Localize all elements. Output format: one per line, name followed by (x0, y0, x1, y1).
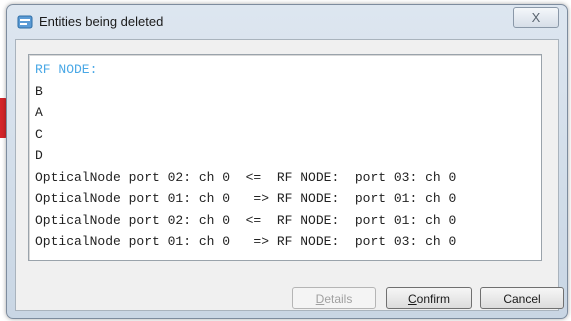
entities-text-area[interactable]: RF NODE: B A C D OpticalNode port 02: ch… (28, 54, 542, 261)
text-line: OpticalNode port 02: ch 0 <= RF NODE: po… (35, 169, 457, 185)
text-line: C (35, 126, 43, 142)
text-line: OpticalNode port 01: ch 0 => RF NODE: po… (35, 234, 457, 249)
close-button[interactable]: X (513, 7, 559, 28)
text-line: OpticalNode port 02: ch 0 <= RF NODE: po… (35, 212, 457, 228)
text-line: RF NODE: (35, 62, 98, 77)
confirm-button[interactable]: Confirm (386, 287, 472, 309)
cancel-button[interactable]: Cancel (480, 287, 564, 309)
window-title: Entities being deleted (39, 14, 164, 29)
dialog-window: Entities being deleted X RF NODE: B A C … (6, 4, 568, 319)
details-button[interactable]: Details (292, 287, 376, 309)
title-bar[interactable]: Entities being deleted X (7, 5, 567, 39)
app-icon (17, 15, 33, 29)
text-line: A (35, 105, 43, 120)
confirm-button-accel: C (407, 292, 417, 306)
text-line: B (35, 83, 43, 99)
details-button-label: etails (324, 292, 353, 306)
cancel-button-label: Cancel (503, 292, 541, 306)
confirm-button-label: onfirm (416, 292, 450, 306)
dialog-body: RF NODE: B A C D OpticalNode port 02: ch… (15, 39, 564, 311)
close-icon: X (531, 10, 541, 25)
text-line: D (35, 148, 43, 163)
text-line: OpticalNode port 01: ch 0 => RF NODE: po… (35, 191, 457, 206)
